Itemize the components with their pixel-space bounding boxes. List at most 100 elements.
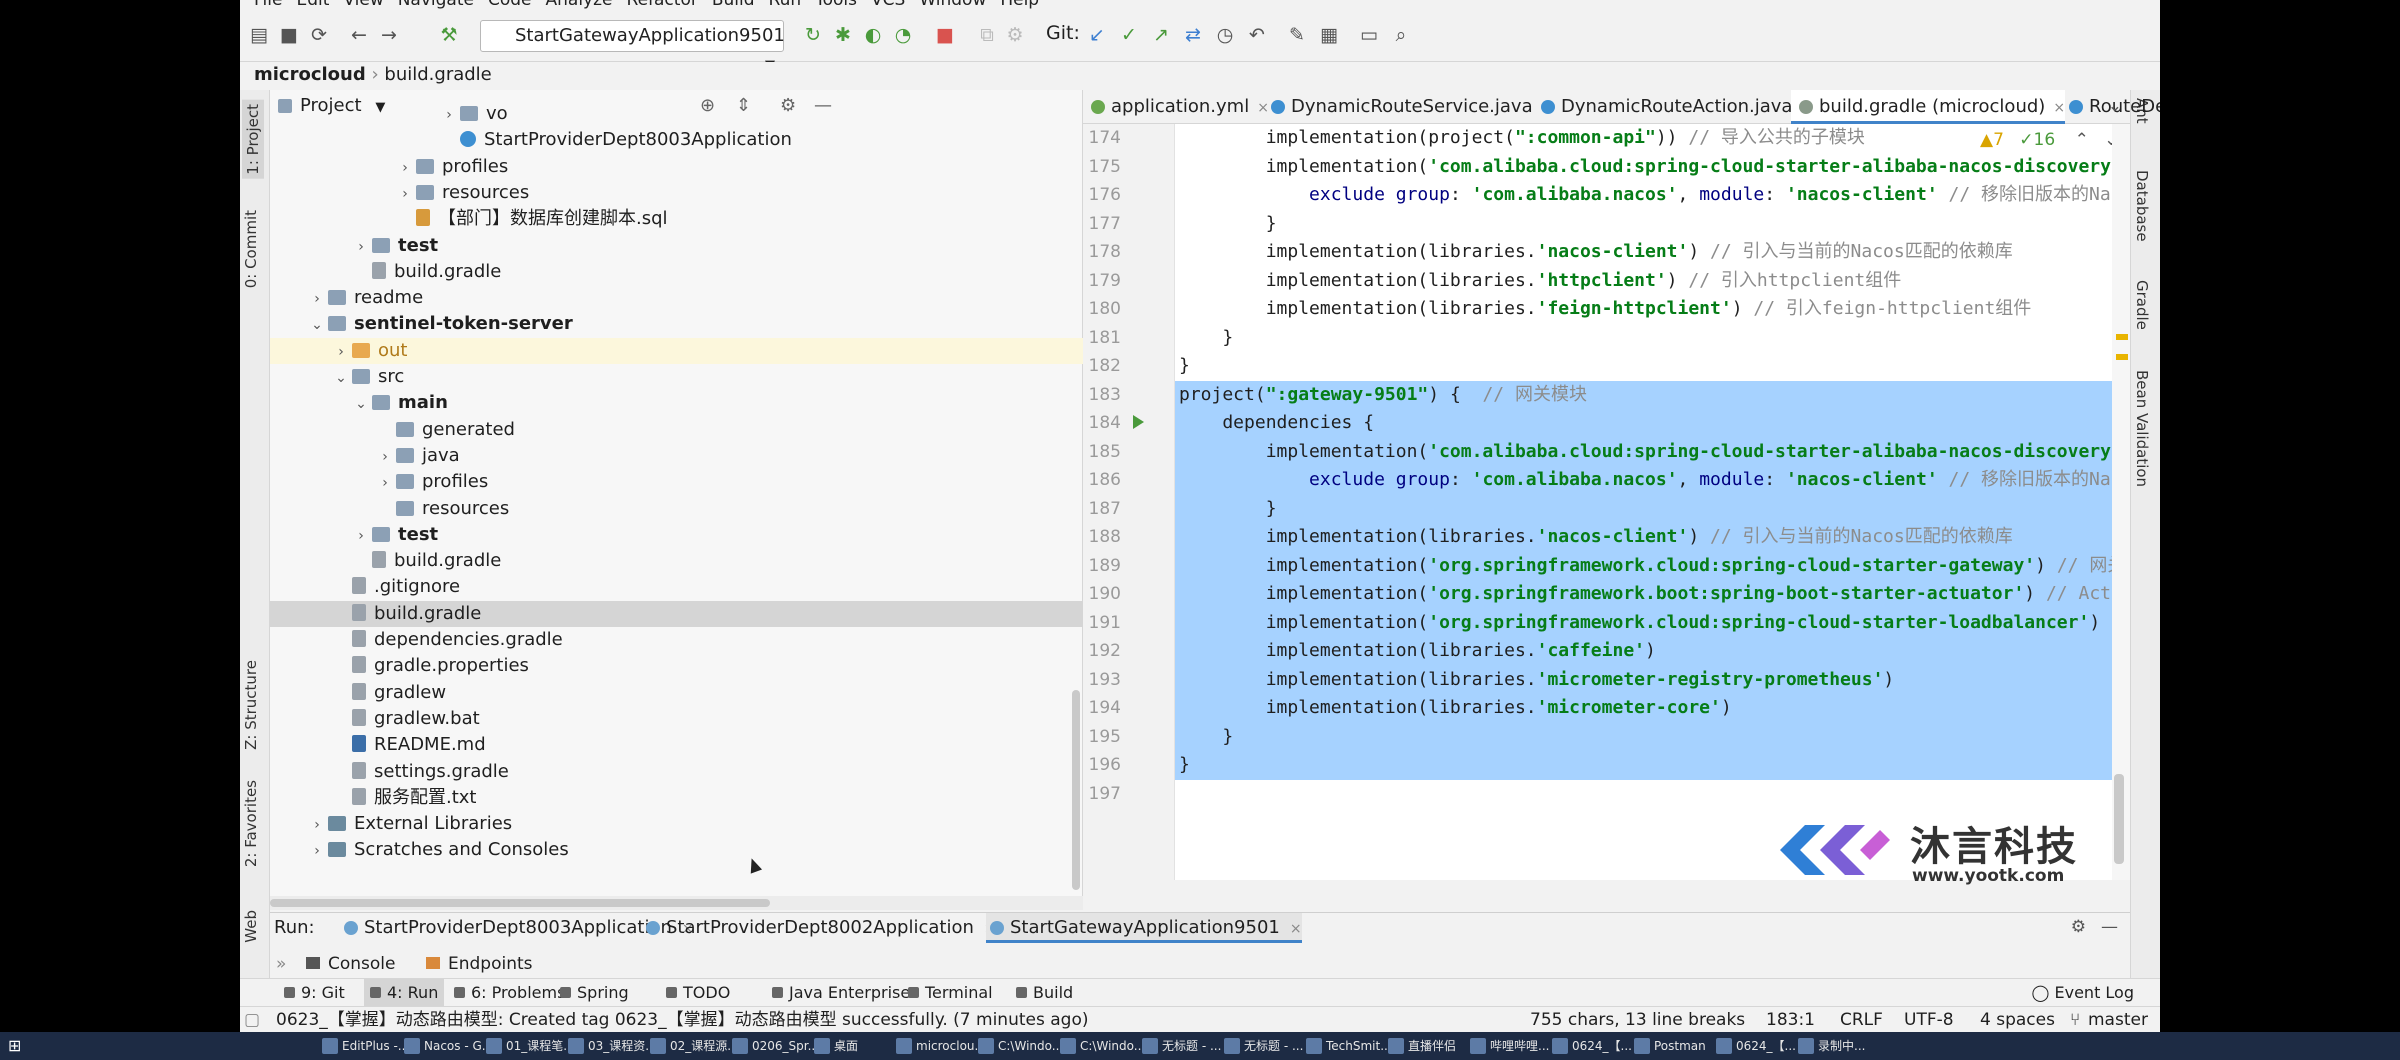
chevron-down-icon[interactable]: ⌄: [306, 312, 328, 338]
code-line[interactable]: dependencies {: [1175, 409, 2130, 438]
profile-icon[interactable]: ◔: [892, 24, 914, 46]
taskbar-app[interactable]: 0624_【...: [1714, 1036, 1796, 1056]
code-line[interactable]: implementation(libraries.'nacos-client')…: [1175, 238, 2130, 267]
debug-icon[interactable]: ✱: [832, 24, 854, 46]
rollback-icon[interactable]: ↶: [1246, 24, 1268, 46]
tool-window-button[interactable]: 4: Run: [364, 979, 445, 1007]
status-toggle-icon[interactable]: ▢: [244, 1007, 260, 1033]
code-line[interactable]: }: [1175, 751, 2130, 780]
code-line[interactable]: implementation('org.springframework.clou…: [1175, 608, 2130, 637]
breadcrumb-file[interactable]: build.gradle: [384, 64, 491, 85]
status-encoding[interactable]: UTF-8: [1904, 1007, 1954, 1033]
tree-item[interactable]: gradlew.bat: [270, 706, 1083, 732]
tree-item[interactable]: resources: [270, 496, 1083, 522]
chevron-right-icon[interactable]: ›: [394, 181, 416, 207]
rerun-icon[interactable]: ↻: [802, 24, 824, 46]
taskbar-app[interactable]: 直播伴侣: [1386, 1036, 1456, 1056]
project-structure-icon[interactable]: ▦: [1318, 24, 1340, 46]
code-line[interactable]: }: [1175, 722, 2130, 751]
git-compare-icon[interactable]: ⇄: [1182, 24, 1204, 46]
tool-window-button[interactable]: Java Enterprise: [766, 979, 916, 1007]
code-line[interactable]: implementation(libraries.'httpclient') /…: [1175, 267, 2130, 296]
taskbar-app[interactable]: Nacos - G...: [402, 1036, 493, 1056]
menu-item[interactable]: File: [254, 0, 282, 10]
code-line[interactable]: project(":gateway-9501") { // 网关模块: [1175, 380, 2130, 409]
chevron-down-icon[interactable]: ⌄: [350, 391, 372, 417]
editor-tab[interactable]: build.gradle (microcloud) ×: [1791, 90, 2066, 124]
tree-item[interactable]: generated: [270, 417, 1083, 443]
chevron-right-icon[interactable]: ›: [350, 234, 372, 260]
menu-item[interactable]: Help: [1000, 0, 1039, 10]
code-line[interactable]: exclude group: 'com.alibaba.nacos', modu…: [1175, 466, 2130, 495]
windows-start-icon[interactable]: ⊞: [8, 1036, 21, 1055]
stop-icon[interactable]: ■: [934, 24, 956, 46]
build-hammer-icon[interactable]: ⚒: [438, 24, 460, 46]
search-icon[interactable]: ⌕: [1390, 24, 1412, 46]
chevron-down-icon[interactable]: ⌄: [330, 365, 352, 391]
code-editor[interactable]: implementation(project(":common-api")) /…: [1175, 124, 2130, 880]
tree-item[interactable]: 服务配置.txt: [270, 785, 1083, 811]
tool-window-button[interactable]: Build: [1010, 979, 1079, 1007]
editor-tab[interactable]: DynamicRouteAction.java×: [1533, 90, 1812, 124]
status-indent[interactable]: 4 spaces: [1980, 1007, 2055, 1033]
editor-scrollbar[interactable]: [2112, 124, 2130, 880]
tree-item[interactable]: › test: [270, 522, 1083, 548]
code-line[interactable]: implementation(libraries.'micrometer-reg…: [1175, 665, 2130, 694]
run-gutter-icon[interactable]: [1133, 415, 1144, 429]
history-icon[interactable]: ◷: [1214, 24, 1236, 46]
menu-item[interactable]: Analyze: [546, 0, 613, 10]
taskbar-app[interactable]: 01_课程笔...: [484, 1036, 575, 1056]
tree-item[interactable]: › readme: [270, 285, 1083, 311]
save-icon[interactable]: ■: [278, 24, 300, 46]
tree-item[interactable]: ⌄ main: [270, 390, 1083, 416]
code-line[interactable]: }: [1175, 494, 2130, 523]
tree-item[interactable]: › profiles: [270, 154, 1083, 180]
status-branch[interactable]: master: [2088, 1007, 2148, 1033]
taskbar-app[interactable]: C:\Windo...: [976, 1036, 1063, 1056]
tree-item[interactable]: gradle.properties: [270, 653, 1083, 679]
coverage-icon[interactable]: ◐: [862, 24, 884, 46]
tree-item[interactable]: › Scratches and Consoles: [270, 837, 1083, 863]
tree-item[interactable]: 【部门】数据库创建脚本.sql: [270, 206, 1083, 232]
tool-window-button[interactable]: Terminal: [902, 979, 999, 1007]
taskbar-app[interactable]: EditPlus -...: [320, 1036, 409, 1056]
warning-marker[interactable]: [2116, 354, 2128, 360]
code-line[interactable]: implementation('com.alibaba.cloud:spring…: [1175, 153, 2130, 182]
code-line[interactable]: implementation(libraries.'nacos-client')…: [1175, 523, 2130, 552]
gear-icon[interactable]: ⚙: [2071, 917, 2086, 937]
taskbar-app[interactable]: 录制中...: [1796, 1036, 1865, 1056]
taskbar-app[interactable]: TechSmit...: [1304, 1036, 1392, 1056]
tab-commit[interactable]: 0: Commit: [242, 210, 260, 288]
tool-window-button[interactable]: Spring: [554, 979, 635, 1007]
forward-icon[interactable]: →: [378, 24, 400, 46]
menu-item[interactable]: Edit: [296, 0, 329, 10]
menu-item[interactable]: Build: [712, 0, 755, 10]
tool-window-button[interactable]: 6: Problems: [448, 979, 571, 1007]
taskbar-app[interactable]: C:\Windo...: [1058, 1036, 1145, 1056]
code-line[interactable]: implementation('org.springframework.boot…: [1175, 580, 2130, 609]
code-line[interactable]: }: [1175, 210, 2130, 239]
status-message[interactable]: 0623_【掌握】动态路由模型: Created tag 0623_【掌握】动态…: [276, 1007, 1088, 1033]
code-line[interactable]: implementation(libraries.'caffeine'): [1175, 637, 2130, 666]
tree-item[interactable]: settings.gradle: [270, 759, 1083, 785]
tab-project[interactable]: 1: Project: [242, 100, 264, 179]
tab-gradle[interactable]: Gradle: [2133, 280, 2151, 330]
code-line[interactable]: implementation(libraries.'feign-httpclie…: [1175, 295, 2130, 324]
editor-tab[interactable]: application.yml ×: [1083, 90, 1269, 124]
presentation-icon[interactable]: ▭: [1358, 24, 1380, 46]
back-icon[interactable]: ←: [348, 24, 370, 46]
taskbar-app[interactable]: 03_课程资...: [566, 1036, 657, 1056]
tree-item[interactable]: › resources: [270, 180, 1083, 206]
tool-window-button[interactable]: 9: Git: [278, 979, 351, 1007]
chevron-right-icon[interactable]: ›: [306, 286, 328, 312]
git-update-icon[interactable]: ↙: [1086, 24, 1108, 46]
chevron-right-icon[interactable]: ›: [306, 838, 328, 864]
tab-web[interactable]: Web: [242, 910, 260, 943]
tree-item[interactable]: build.gradle: [270, 548, 1083, 574]
status-position[interactable]: 183:1: [1766, 1007, 1815, 1033]
tree-item[interactable]: › profiles: [270, 469, 1083, 495]
menu-item[interactable]: Code: [488, 0, 532, 10]
sync-icon[interactable]: ⟳: [308, 24, 330, 46]
vertical-scrollbar-thumb[interactable]: [1072, 690, 1080, 890]
tree-item[interactable]: › java: [270, 443, 1083, 469]
